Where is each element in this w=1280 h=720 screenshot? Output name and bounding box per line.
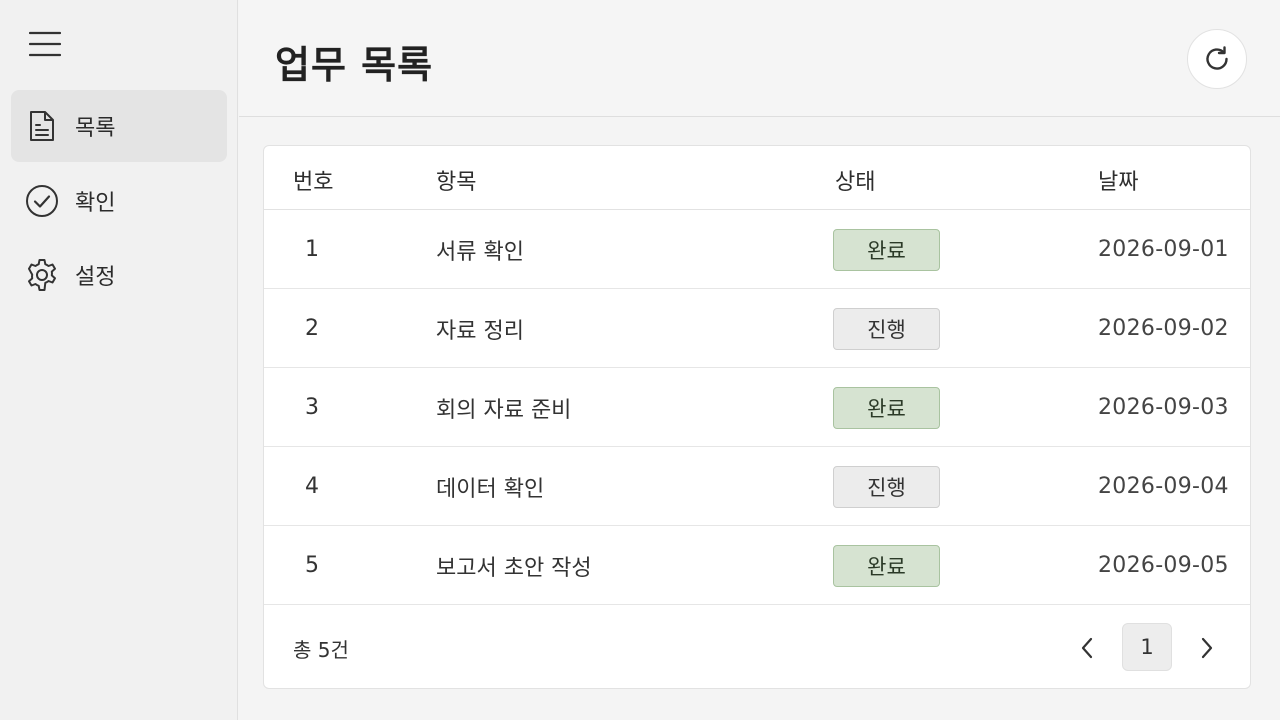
sidebar-item-settings[interactable]: 설정 — [11, 239, 227, 311]
row-status: 완료 — [833, 210, 940, 289]
next-page-button[interactable] — [1189, 626, 1225, 670]
row-date: 2026-09-02 — [1098, 316, 1229, 341]
status-badge: 진행 — [833, 307, 940, 350]
app-root: 목록 확인 설정 업무 목록 번호 항목 상태 날짜 1 서류 확인 완료 20… — [0, 0, 1280, 720]
hamburger-menu-icon[interactable] — [22, 26, 68, 62]
gear-icon — [24, 257, 60, 293]
prev-page-button[interactable] — [1069, 626, 1105, 670]
page-title: 업무 목록 — [275, 43, 434, 87]
row-status: 진행 — [833, 289, 940, 368]
row-number: 2 — [305, 316, 319, 341]
sidebar-item-check[interactable]: 확인 — [11, 165, 227, 237]
row-status: 완료 — [833, 368, 940, 447]
sidebar: 목록 확인 설정 — [0, 0, 238, 720]
row-number: 1 — [305, 237, 319, 262]
row-item: 회의 자료 준비 — [436, 397, 572, 423]
column-header-item: 항목 — [436, 170, 477, 195]
total-count: 총 5건 — [293, 638, 349, 662]
row-number: 3 — [305, 395, 319, 420]
row-item: 데이터 확인 — [436, 476, 545, 502]
table-row[interactable]: 5 보고서 초안 작성 완료 2026-09-05 — [264, 526, 1250, 605]
document-icon — [24, 108, 60, 144]
sidebar-item-label: 확인 — [75, 191, 116, 216]
status-badge: 완료 — [833, 228, 940, 271]
table-header: 번호 항목 상태 날짜 — [264, 146, 1250, 210]
chevron-right-icon — [1201, 637, 1213, 659]
row-item: 서류 확인 — [436, 239, 524, 265]
status-badge: 진행 — [833, 465, 940, 508]
task-table: 번호 항목 상태 날짜 1 서류 확인 완료 2026-09-01 2 자료 정… — [263, 145, 1251, 689]
sidebar-item-label: 목록 — [75, 116, 116, 141]
row-item: 보고서 초안 작성 — [436, 555, 592, 581]
status-badge: 완료 — [833, 544, 940, 587]
row-number: 5 — [305, 553, 319, 578]
page-number-button[interactable]: 1 — [1122, 623, 1172, 671]
refresh-button[interactable] — [1187, 29, 1247, 89]
table-row[interactable]: 1 서류 확인 완료 2026-09-01 — [264, 210, 1250, 289]
row-date: 2026-09-03 — [1098, 395, 1229, 420]
row-date: 2026-09-04 — [1098, 474, 1229, 499]
table-row[interactable]: 2 자료 정리 진행 2026-09-02 — [264, 289, 1250, 368]
sidebar-item-list[interactable]: 목록 — [11, 90, 227, 162]
table-footer: 총 5건 1 — [264, 606, 1250, 688]
row-item: 자료 정리 — [436, 318, 524, 344]
sidebar-item-label: 설정 — [75, 265, 116, 290]
chevron-left-icon — [1081, 637, 1093, 659]
row-status: 진행 — [833, 447, 940, 526]
column-header-date: 날짜 — [1098, 170, 1139, 195]
row-date: 2026-09-05 — [1098, 553, 1229, 578]
refresh-icon — [1206, 46, 1228, 70]
row-date: 2026-09-01 — [1098, 237, 1229, 262]
row-status: 완료 — [833, 526, 940, 605]
column-header-status: 상태 — [835, 170, 876, 195]
column-header-number: 번호 — [293, 170, 334, 195]
table-row[interactable]: 3 회의 자료 준비 완료 2026-09-03 — [264, 368, 1250, 447]
check-circle-icon — [24, 183, 60, 219]
table-row[interactable]: 4 데이터 확인 진행 2026-09-04 — [264, 447, 1250, 526]
row-number: 4 — [305, 474, 319, 499]
status-badge: 완료 — [833, 386, 940, 429]
page-header: 업무 목록 — [239, 0, 1280, 117]
